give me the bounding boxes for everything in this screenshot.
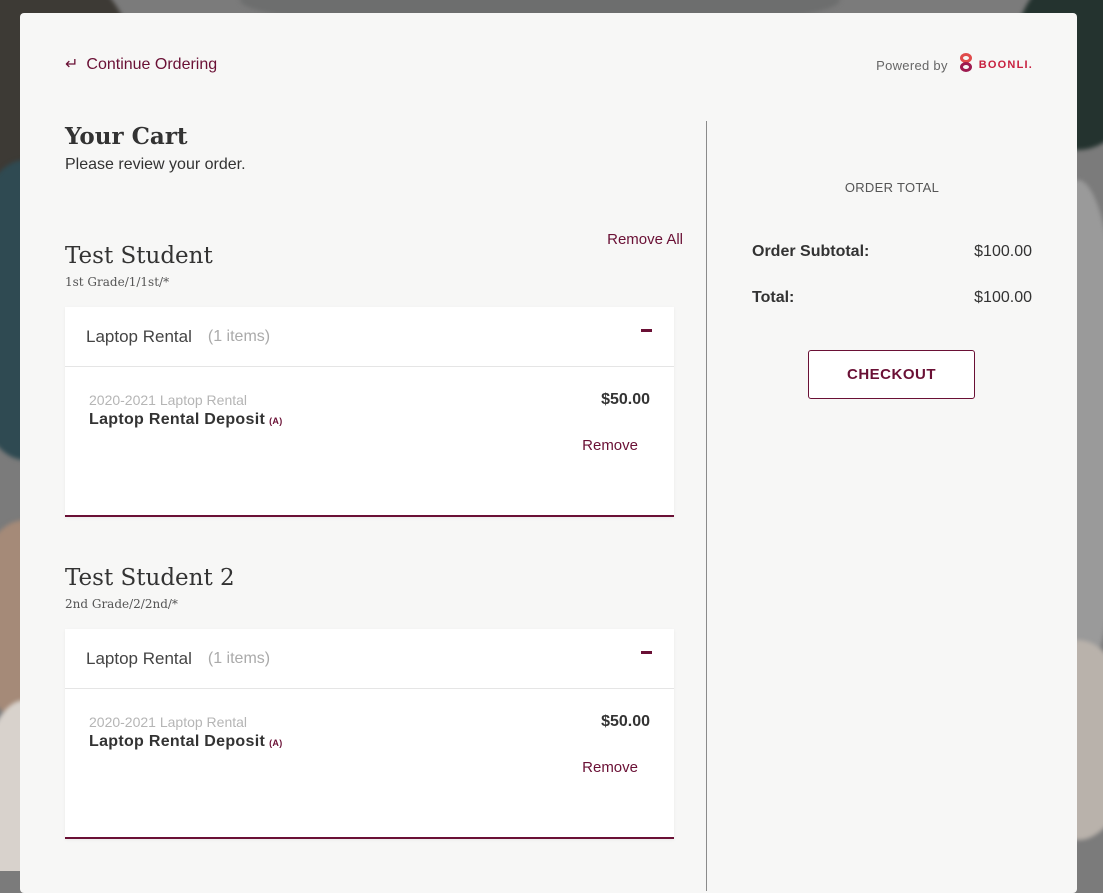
order-group-card: Laptop Rental (1 items) 2020-2021 Laptop… xyxy=(65,307,674,517)
item-category: 2020-2021 Laptop Rental xyxy=(89,392,248,408)
column-divider xyxy=(706,121,707,891)
powered-by: Powered by BOONLI. xyxy=(876,53,1033,77)
student-name: Test Student 2 xyxy=(65,565,235,591)
boonli-logo-icon xyxy=(958,53,976,77)
continue-ordering-link[interactable]: ↵ Continue Ordering xyxy=(65,56,217,74)
total-value: $100.00 xyxy=(974,289,1032,306)
order-group-count: (1 items) xyxy=(207,649,271,667)
item-price: $50.00 xyxy=(601,713,650,730)
boonli-logo[interactable]: BOONLI. xyxy=(958,53,1033,77)
order-item: 2020-2021 Laptop Rental Laptop Rental De… xyxy=(65,689,674,837)
student-block: Test Student 2 2nd Grade/2/2nd/* Laptop … xyxy=(65,565,675,839)
item-category: 2020-2021 Laptop Rental xyxy=(89,714,248,730)
subtotal-row: Order Subtotal: $100.00 xyxy=(752,243,1032,261)
total-row: Total: $100.00 xyxy=(752,289,1032,307)
student-block: Test Student 1st Grade/1/1st/* Laptop Re… xyxy=(65,243,675,517)
student-grade: 2nd Grade/2/2nd/* xyxy=(65,597,178,611)
student-name: Test Student xyxy=(65,243,213,269)
item-name: Laptop Rental Deposit (A) xyxy=(89,411,283,429)
remove-item-button[interactable]: Remove xyxy=(582,759,638,776)
student-grade: 1st Grade/1/1st/* xyxy=(65,275,170,289)
page-title: Your Cart xyxy=(65,123,188,150)
item-price: $50.00 xyxy=(601,391,650,408)
item-tag: (A) xyxy=(269,738,283,748)
continue-ordering-label: Continue Ordering xyxy=(86,56,218,73)
order-group-title: Laptop Rental xyxy=(86,648,192,668)
boonli-wordmark: BOONLI. xyxy=(978,59,1033,71)
return-arrow-icon: ↵ xyxy=(65,56,79,73)
cart-section: Your Cart Please review your order. Remo… xyxy=(65,123,683,839)
remove-all-button[interactable]: Remove All xyxy=(607,231,683,248)
item-name-label: Laptop Rental Deposit xyxy=(89,733,266,750)
checkout-button[interactable]: CHECKOUT xyxy=(808,350,975,399)
item-tag: (A) xyxy=(269,416,283,426)
subtotal-value: $100.00 xyxy=(974,243,1032,260)
subtotal-label: Order Subtotal: xyxy=(752,243,870,260)
page-subtitle: Please review your order. xyxy=(65,156,246,173)
order-group-card: Laptop Rental (1 items) 2020-2021 Laptop… xyxy=(65,629,674,839)
cart-panel: ↵ Continue Ordering Powered by BOONLI. Y… xyxy=(20,13,1077,893)
order-group-header[interactable]: Laptop Rental (1 items) xyxy=(65,629,674,689)
order-item: 2020-2021 Laptop Rental Laptop Rental De… xyxy=(65,367,674,515)
collapse-icon[interactable] xyxy=(641,651,652,654)
item-name-label: Laptop Rental Deposit xyxy=(89,411,266,428)
total-label: Total: xyxy=(752,289,795,306)
order-total-heading: ORDER TOTAL xyxy=(844,180,940,195)
order-group-header[interactable]: Laptop Rental (1 items) xyxy=(65,307,674,367)
collapse-icon[interactable] xyxy=(641,329,652,332)
remove-item-button[interactable]: Remove xyxy=(582,437,638,454)
order-group-count: (1 items) xyxy=(207,327,271,345)
powered-by-label: Powered by xyxy=(876,57,948,73)
order-group-title: Laptop Rental xyxy=(86,326,192,346)
item-name: Laptop Rental Deposit (A) xyxy=(89,733,283,751)
